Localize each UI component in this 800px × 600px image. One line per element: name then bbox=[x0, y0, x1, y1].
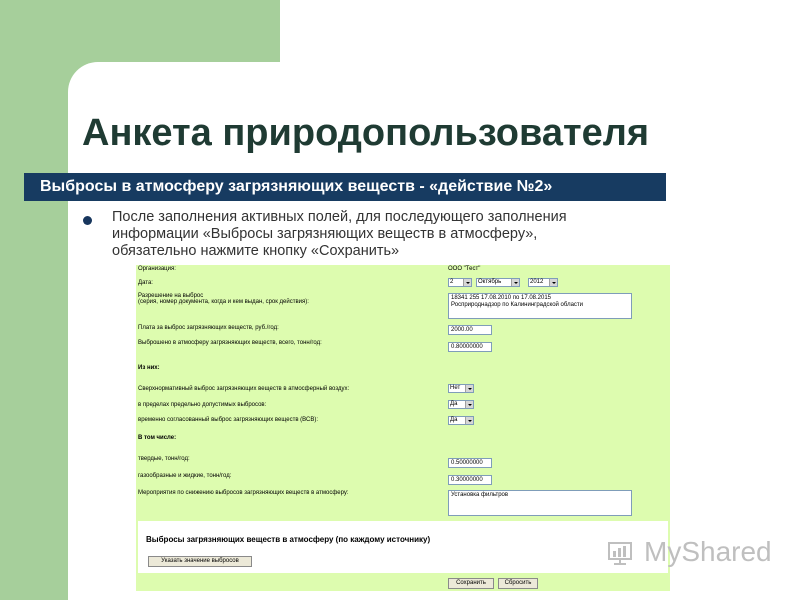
permit-value-line-2: Росприроднадзор по Калининградской облас… bbox=[451, 302, 583, 308]
chevron-down-icon[interactable] bbox=[463, 279, 471, 286]
measures-textarea[interactable]: Установка фильтров bbox=[448, 490, 632, 516]
within-limits-value: Да bbox=[450, 401, 458, 407]
corner-curve bbox=[68, 62, 98, 92]
page-title: Анкета природопользователя bbox=[82, 112, 650, 154]
organization-label: Организация: bbox=[138, 266, 176, 272]
date-day-select[interactable]: 2 bbox=[448, 278, 472, 287]
total-emission-input[interactable]: 0.80000000 bbox=[448, 342, 492, 352]
save-button[interactable]: Сохранить bbox=[448, 578, 494, 589]
permit-hint-text: (серия, номер документа, когда и кем выд… bbox=[138, 299, 309, 305]
gas-liquid-input[interactable]: 0.30000000 bbox=[448, 475, 492, 485]
questionnaire-form: Организация: ООО "Тест" Дата: 2 Октябрь … bbox=[136, 265, 670, 591]
gas-liquid-label: газообразные и жидкие, тонн/год: bbox=[138, 473, 232, 479]
organization-value: ООО "Тест" bbox=[448, 266, 481, 272]
temp-agreed-select[interactable]: Да bbox=[448, 416, 474, 425]
chevron-down-icon[interactable] bbox=[511, 279, 519, 286]
sources-panel: Выбросы загрязняющих веществ в атмосферу… bbox=[138, 521, 668, 573]
permit-value-line-1: 18341 255 17.08.2010 по 17.08.2015 bbox=[451, 295, 552, 301]
temp-agreed-label: временно согласованный выброс загрязняющ… bbox=[138, 417, 318, 423]
excess-emission-label: Сверхнормативный выброс загрязняющих вещ… bbox=[138, 386, 350, 392]
specify-emissions-button[interactable]: Указать значение выбросов bbox=[148, 556, 252, 567]
date-month-select[interactable]: Октябрь bbox=[476, 278, 520, 287]
side-green-bar bbox=[0, 0, 68, 600]
fee-label: Плата за выброс загрязняющих веществ, ру… bbox=[138, 325, 279, 331]
instruction-line-3: обязательно нажмите кнопку «Сохранить» bbox=[112, 243, 400, 259]
within-limits-select[interactable]: Да bbox=[448, 400, 474, 409]
solid-label: твердые, тонн/год: bbox=[138, 456, 190, 462]
top-green-bar bbox=[68, 0, 280, 62]
date-year-value: 2012 bbox=[530, 279, 544, 285]
watermark-text: MyShared bbox=[644, 536, 772, 567]
including-label: В том числе: bbox=[138, 435, 177, 441]
chevron-down-icon[interactable] bbox=[465, 401, 473, 408]
of-them-label: Из них: bbox=[138, 365, 160, 371]
date-month-value: Октябрь bbox=[478, 279, 502, 285]
logo-icon bbox=[608, 542, 632, 565]
temp-agreed-value: Да bbox=[450, 417, 458, 423]
bullet-dot-icon bbox=[83, 216, 92, 225]
excess-emission-value: Нет bbox=[450, 385, 461, 391]
date-year-select[interactable]: 2012 bbox=[528, 278, 558, 287]
reset-button[interactable]: Сбросить bbox=[498, 578, 538, 589]
instruction-line-2: информации «Выбросы загрязняющих веществ… bbox=[112, 226, 538, 242]
within-limits-label: в пределах предельно допустимых выбросов… bbox=[138, 402, 267, 408]
fee-input[interactable]: 2000.00 bbox=[448, 325, 492, 335]
excess-emission-select[interactable]: Нет bbox=[448, 384, 474, 393]
chevron-down-icon[interactable] bbox=[465, 385, 473, 392]
section-banner: Выбросы в атмосферу загрязняющих веществ… bbox=[24, 173, 666, 201]
instruction-line-1: После заполнения активных полей, для пос… bbox=[112, 209, 567, 225]
sources-panel-title: Выбросы загрязняющих веществ в атмосферу… bbox=[146, 535, 431, 544]
total-emission-label: Выброшено в атмосферу загрязняющих вещес… bbox=[138, 340, 322, 346]
permit-textarea[interactable]: 18341 255 17.08.2010 по 17.08.2015 Роспр… bbox=[448, 293, 632, 319]
permit-label: Разрешение на выброс (серия, номер докум… bbox=[138, 293, 309, 305]
chevron-down-icon[interactable] bbox=[465, 417, 473, 424]
measures-label: Мероприятия по снижению выбросов загрязн… bbox=[138, 490, 349, 496]
solid-input[interactable]: 0.50000000 bbox=[448, 458, 492, 468]
date-day-value: 2 bbox=[450, 279, 454, 285]
chevron-down-icon[interactable] bbox=[549, 279, 557, 286]
instruction-text: После заполнения активных полей, для пос… bbox=[112, 209, 682, 260]
date-label: Дата: bbox=[138, 280, 153, 286]
